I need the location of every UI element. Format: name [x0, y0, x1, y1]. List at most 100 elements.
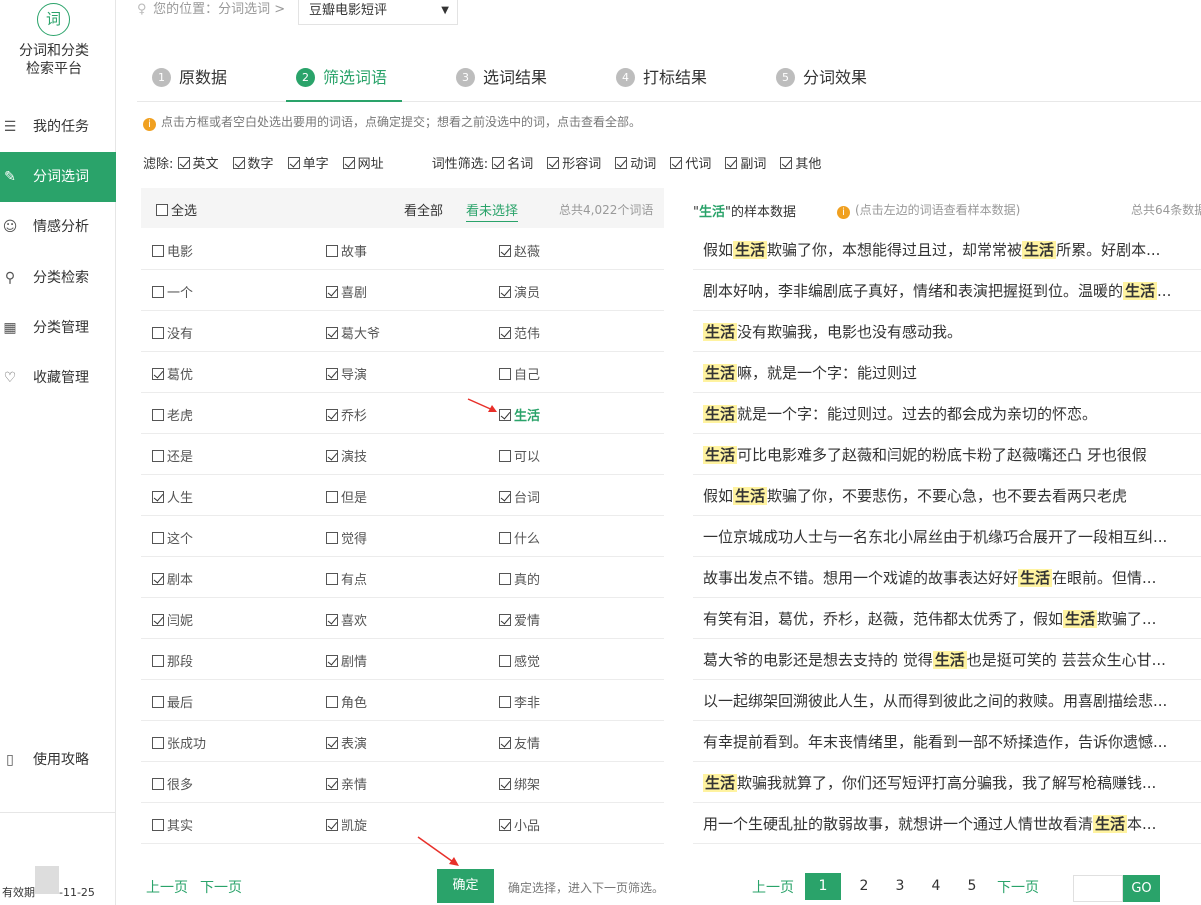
checkbox[interactable] [326, 409, 338, 421]
word-cell[interactable]: 演员 [499, 282, 540, 301]
exclude-filter-1[interactable]: 数字 [232, 153, 274, 172]
checkbox[interactable] [499, 450, 511, 462]
word-cell[interactable]: 台词 [499, 487, 540, 506]
checkbox[interactable] [499, 245, 511, 257]
sample-prev-page[interactable]: 上一页 [752, 877, 794, 897]
checkbox[interactable] [499, 532, 511, 544]
checkbox[interactable] [499, 778, 511, 790]
word-cell[interactable]: 什么 [499, 528, 540, 547]
list-item[interactable]: 生活 欺骗我就算了，你们还写短评打高分骗我，我了解写枪稿赚钱... [693, 762, 1201, 803]
checkbox[interactable] [499, 614, 511, 626]
tab-filter-words[interactable]: 2 筛选词语 [286, 55, 402, 102]
exclude-filter-0[interactable]: 英文 [177, 153, 219, 172]
word-cell[interactable]: 李非 [499, 692, 540, 711]
word-cell[interactable]: 剧情 [326, 651, 367, 670]
page-5[interactable]: 5 [965, 873, 979, 900]
checkbox[interactable] [499, 327, 511, 339]
list-item[interactable]: 生活 就是一个字：能过则过。过去的都会成为亲切的怀恋。 [693, 393, 1201, 434]
pos-filter-2[interactable]: 动词 [615, 153, 656, 172]
checkbox[interactable] [326, 778, 338, 790]
word-cell[interactable]: 很多 [152, 774, 193, 793]
list-item[interactable]: 故事出发点不错。想用一个戏谑的故事表达好好 生活 在眼前。但情... [693, 557, 1201, 598]
word-cell[interactable]: 闫妮 [152, 610, 193, 629]
checkbox[interactable] [152, 614, 164, 626]
sidebar-item-favorites[interactable]: ♡ 收藏管理 [0, 353, 116, 403]
word-cell[interactable]: 表演 [326, 733, 367, 752]
checkbox[interactable] [326, 819, 338, 831]
word-cell[interactable]: 友情 [499, 733, 540, 752]
checkbox[interactable] [152, 819, 164, 831]
tab-raw-data[interactable]: 1 原数据 [152, 55, 227, 102]
sidebar-item-sentiment[interactable]: ☺ 情感分析 [0, 202, 116, 252]
tab-segmentation-effect[interactable]: 5 分词效果 [776, 55, 867, 102]
select-all-checkbox[interactable]: 全选 [156, 200, 197, 219]
word-cell[interactable]: 其实 [152, 815, 193, 834]
checkbox[interactable] [152, 737, 164, 749]
page-4[interactable]: 4 [929, 873, 943, 900]
word-cell[interactable]: 老虎 [152, 405, 193, 424]
word-cell[interactable]: 电影 [152, 241, 193, 260]
checkbox[interactable] [499, 655, 511, 667]
checkbox[interactable] [152, 245, 164, 257]
checkbox[interactable] [326, 696, 338, 708]
list-item[interactable]: 用一个生硬乱扯的散弱故事，就想讲一个通过人情世故看清 生活 本... [693, 803, 1201, 844]
word-cell[interactable]: 喜欢 [326, 610, 367, 629]
checkbox[interactable] [152, 409, 164, 421]
checkbox[interactable] [326, 245, 338, 257]
list-item[interactable]: 一位京城成功人士与一名东北小屌丝由于机缘巧合展开了一段相互纠... [693, 516, 1201, 557]
word-cell[interactable]: 可以 [499, 446, 540, 465]
checkbox[interactable] [152, 327, 164, 339]
sidebar-item-guide[interactable]: ▯ 使用攻略 [0, 735, 116, 785]
checkbox[interactable] [326, 573, 338, 585]
list-item[interactable]: 以一起绑架回溯彼此人生，从而得到彼此之间的救赎。用喜剧描绘悲... [693, 680, 1201, 721]
word-cell[interactable]: 葛大爷 [326, 323, 380, 342]
word-next-page[interactable]: 下一页 [200, 877, 242, 897]
list-item[interactable]: 生活 嘛，就是一个字：能过则过 [693, 352, 1201, 393]
checkbox[interactable] [152, 368, 164, 380]
word-cell[interactable]: 张成功 [152, 733, 206, 752]
pos-filter-4[interactable]: 副词 [725, 153, 766, 172]
list-item[interactable]: 生活 没有欺骗我，电影也没有感动我。 [693, 311, 1201, 352]
word-cell[interactable]: 演技 [326, 446, 367, 465]
checkbox[interactable] [152, 696, 164, 708]
go-button[interactable]: GO [1123, 875, 1160, 902]
word-cell[interactable]: 那段 [152, 651, 193, 670]
checkbox[interactable] [152, 573, 164, 585]
word-cell[interactable]: 绑架 [499, 774, 540, 793]
checkbox[interactable] [326, 614, 338, 626]
word-cell[interactable]: 凯旋 [326, 815, 367, 834]
word-cell[interactable]: 爱情 [499, 610, 540, 629]
checkbox[interactable] [152, 491, 164, 503]
list-item[interactable]: 假如 生活 欺骗了你，本想能得过且过，却常常被 生活 所累。好剧本... [693, 229, 1201, 270]
checkbox[interactable] [152, 532, 164, 544]
checkbox[interactable] [499, 737, 511, 749]
confirm-button[interactable]: 确定 [437, 869, 494, 903]
word-cell[interactable]: 感觉 [499, 651, 540, 670]
word-cell[interactable]: 觉得 [326, 528, 367, 547]
word-cell[interactable]: 故事 [326, 241, 367, 260]
word-cell[interactable]: 生活 [499, 405, 540, 424]
word-cell[interactable]: 没有 [152, 323, 193, 342]
word-cell[interactable]: 亲情 [326, 774, 367, 793]
checkbox[interactable] [499, 573, 511, 585]
checkbox[interactable] [499, 286, 511, 298]
word-cell[interactable]: 还是 [152, 446, 193, 465]
word-cell[interactable]: 剧本 [152, 569, 193, 588]
view-unselected-link[interactable]: 看未选择 [466, 200, 519, 222]
page-1[interactable]: 1 [805, 873, 841, 900]
checkbox[interactable] [326, 737, 338, 749]
checkbox[interactable] [499, 368, 511, 380]
exclude-filter-2[interactable]: 单字 [287, 153, 329, 172]
sample-next-page[interactable]: 下一页 [997, 877, 1039, 897]
sidebar-item-my-tasks[interactable]: ☰ 我的任务 [0, 102, 116, 152]
checkbox[interactable] [326, 450, 338, 462]
checkbox[interactable] [152, 655, 164, 667]
pos-filter-5[interactable]: 其他 [780, 153, 821, 172]
word-cell[interactable]: 小品 [499, 815, 540, 834]
word-cell[interactable]: 一个 [152, 282, 193, 301]
page-2[interactable]: 2 [857, 873, 871, 900]
checkbox[interactable] [326, 286, 338, 298]
word-cell[interactable]: 这个 [152, 528, 193, 547]
checkbox[interactable] [152, 450, 164, 462]
word-cell[interactable]: 有点 [326, 569, 367, 588]
